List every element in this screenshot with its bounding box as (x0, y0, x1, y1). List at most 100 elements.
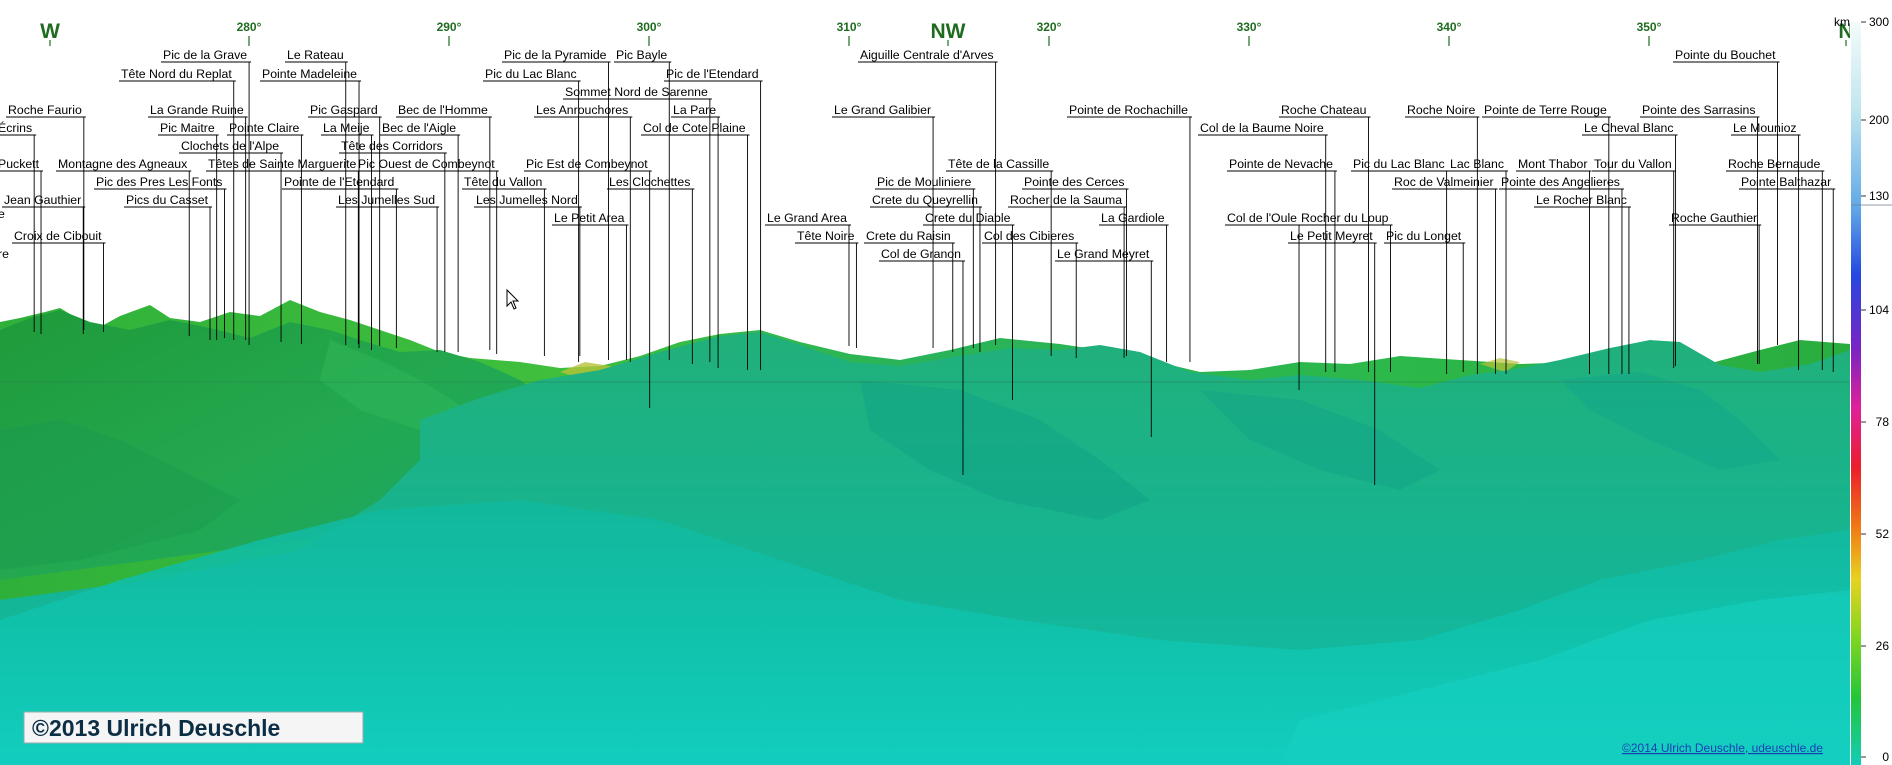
terrain-render (0, 300, 1850, 765)
peak-label: Roche Bernaude (1728, 157, 1820, 171)
scale-tick-label: 52 (1876, 527, 1890, 541)
peak-label: Pointe de Rochachille (1069, 103, 1188, 117)
peak-label: Le Cheval Blanc (1584, 121, 1674, 135)
compass-label: 310° (837, 20, 862, 34)
peak-label: Roche Faurio (8, 103, 82, 117)
peak-label: Rocher de la Sauma (1010, 193, 1122, 207)
peak-label: Roche Noire (1407, 103, 1476, 117)
peak-label: Aiguille Centrale d'Arves (860, 48, 994, 62)
peak-label: Jean Gauthier (4, 193, 81, 207)
peak-label: Roc de Valmeinier (1394, 175, 1494, 189)
panorama-view: W 280° 290° 300° 310° NW 320° 330° 340° 350° N Pic… (0, 0, 1892, 765)
peak-label: Col de Granon (881, 247, 961, 261)
peak-label: Pic de la Pyramide (504, 48, 607, 62)
peak-label: Pic Gaspard (310, 103, 378, 117)
peak-label: Crete du Diable (925, 211, 1011, 225)
peak-label: Pic Maitre (160, 121, 215, 135)
peak-label: Pic de Mouliniere (877, 175, 971, 189)
scale-tick-label: 26 (1876, 639, 1890, 653)
peak-label: Les Jumelles Sud (338, 193, 435, 207)
peak-label: Pointe des Angelieres (1501, 175, 1620, 189)
peak-label: Col de la Baume Noire (1200, 121, 1324, 135)
peak-label: Le Grand Meyret (1057, 247, 1150, 261)
peak-label: Pic de la Grave (163, 48, 247, 62)
peak-label: Tête des Corridors (341, 139, 443, 153)
copyright-text: ©2013 Ulrich Deuschle (32, 715, 280, 741)
peak-label: Bec de l'Aigle (382, 121, 456, 135)
peak-label: Pointe du Bouchet (1675, 48, 1776, 62)
peak-label: Pic du Lac Blanc (485, 67, 577, 81)
peak-label: Col de Cote Plaine (643, 121, 746, 135)
peak-label: Les Jumelles Nord (476, 193, 578, 207)
peak-label: Le Grand Galibier (834, 103, 931, 117)
compass-label: 340° (1437, 20, 1462, 34)
peak-label: Clochets de l'Alpe (181, 139, 279, 153)
peak-label: La Grande Ruine (150, 103, 244, 117)
peak-label: Le Petit Meyret (1290, 229, 1373, 243)
peak-label: Sommet Nord de Sarenne (565, 85, 708, 99)
peak-label: Pics du Casset (126, 193, 209, 207)
peak-label: Pic du Lac Blanc (1353, 157, 1445, 171)
peak-label: Col de l'Oule (1227, 211, 1297, 225)
peak-label: Croix de Cibouit (14, 229, 102, 243)
peak-label: Bec de l'Homme (398, 103, 488, 117)
scale-tick-label: 130 (1869, 189, 1889, 203)
copyright-badge: ©2013 Ulrich Deuschle (23, 711, 364, 744)
peak-label: Pointe Madeleine (262, 67, 357, 81)
compass-label: W (40, 20, 60, 43)
peak-label: Tête Nord du Replat (121, 67, 232, 81)
peak-label: Rocher du Loup (1301, 211, 1389, 225)
peak-label: Tête de la Cassille (948, 157, 1049, 171)
peak-label: Montagne des Agneaux (58, 157, 188, 171)
edge-fragment: e (0, 207, 5, 221)
peak-label: Pic des Pres Les Fonts (96, 175, 222, 189)
peak-label: Mont Thabor (1518, 157, 1588, 171)
peak-label: Crete du Queyrellin (872, 193, 978, 207)
peak-label: Col des Cibieres (984, 229, 1074, 243)
compass-label: 300° (637, 20, 662, 34)
peak-label: Le Petit Area (554, 211, 625, 225)
peak-label: La Pare (673, 103, 716, 117)
peak-label: La Gardiole (1101, 211, 1165, 225)
peak-label: Pointe des Cerces (1024, 175, 1124, 189)
peak-label: Pointe des Sarrasins (1642, 103, 1755, 117)
peak-label: Écrins (0, 120, 32, 135)
compass-label: 320° (1037, 20, 1062, 34)
scale-tick-label: 300 (1869, 15, 1889, 29)
edge-fragment: re (0, 247, 9, 261)
peak-label: Pic Bayle (616, 48, 667, 62)
credit-link[interactable]: ©2014 Ulrich Deuschle, udeuschle.de (1622, 741, 1823, 755)
scale-tick-label: 200 (1869, 113, 1889, 127)
peak-label: Tour du Vallon (1594, 157, 1672, 171)
compass-label: 350° (1637, 20, 1662, 34)
compass-label: NW (931, 20, 966, 43)
peak-label: Pointe Claire (229, 121, 300, 135)
compass-label: 280° (237, 20, 262, 34)
peak-label: Pointe de Terre Rouge (1484, 103, 1607, 117)
peak-label: Pointe de Nevache (1229, 157, 1333, 171)
peak-label: Pic du Longet (1386, 229, 1462, 243)
peak-label: Le Grand Area (767, 211, 847, 225)
peak-label: Pic Ouest de Combeynot (358, 157, 495, 171)
peak-label: Pic de l'Etendard (666, 67, 759, 81)
peak-label: Pointe de l'Etendard (284, 175, 395, 189)
peak-label: Crete du Raisin (866, 229, 951, 243)
compass-label: 290° (437, 20, 462, 34)
peak-label: Lac Blanc (1450, 157, 1504, 171)
peak-label: Tête Noire (797, 229, 855, 243)
peak-label: Têtes de Sainte Marguerite (208, 157, 356, 171)
peak-label: Roche Chateau (1281, 103, 1367, 117)
peak-label: Pointe Balthazar (1741, 175, 1831, 189)
peak-label: Roche Gauthier (1671, 211, 1757, 225)
peak-label: Les Clochettes (609, 175, 690, 189)
scale-tick-label: 104 (1869, 303, 1889, 317)
peak-label: Puckett (0, 157, 40, 171)
peak-label: Le Mounioz (1733, 121, 1797, 135)
peak-label: Les Anrouchores (536, 103, 628, 117)
color-scale-bar (1851, 22, 1861, 765)
compass-label: 330° (1237, 20, 1262, 34)
peak-label: Le Rocher Blanc (1536, 193, 1627, 207)
peak-label: Tête du Vallon (464, 175, 543, 189)
scale-tick-label: 78 (1876, 415, 1890, 429)
peak-label: Pic Est de Combeynot (526, 157, 648, 171)
